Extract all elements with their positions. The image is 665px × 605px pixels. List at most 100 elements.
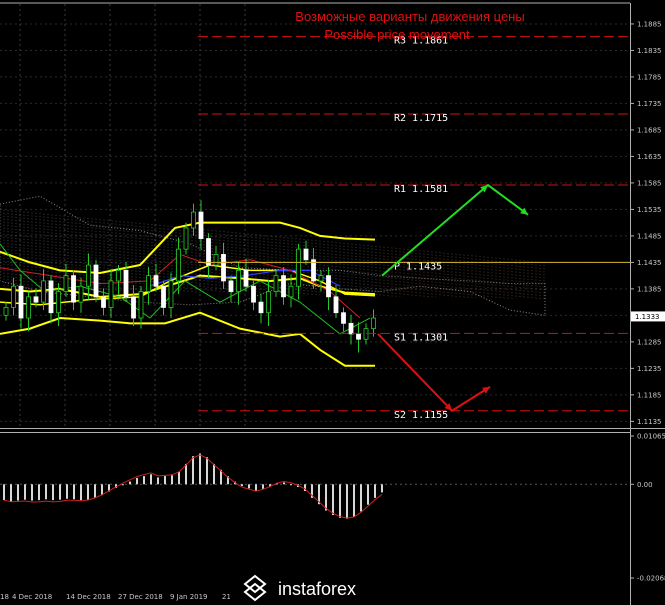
- macd-bar: [66, 484, 68, 499]
- candle-body: [56, 291, 61, 314]
- candle-body: [326, 275, 331, 298]
- candle-body: [243, 269, 249, 287]
- title-en: Possible price movement: [324, 27, 470, 42]
- candle-body: [333, 296, 339, 314]
- macd-bar: [3, 484, 5, 501]
- macd-bar: [73, 484, 75, 500]
- candle-body: [26, 296, 31, 319]
- macd-bar: [122, 484, 124, 486]
- macd-bar: [150, 474, 152, 485]
- candle-body: [86, 264, 91, 287]
- candle-body: [33, 296, 39, 303]
- y-tick-label: 1.1185: [637, 391, 662, 399]
- macd-bar: [353, 484, 355, 517]
- candle-body: [123, 269, 129, 298]
- candle-body: [191, 211, 196, 229]
- candle-body: [108, 280, 114, 308]
- x-tick-label: 18: [0, 593, 9, 601]
- y-tick-label: 1.1535: [637, 206, 662, 214]
- candle-body: [356, 333, 361, 340]
- candle-body: [251, 285, 256, 303]
- level-label-s1: S1 1.1301: [394, 332, 448, 343]
- macd-bar: [346, 484, 348, 519]
- candle-body: [131, 296, 136, 319]
- x-tick-label: 27 Dec 2018: [118, 593, 163, 601]
- title-ru: Возможные варианты движения цены: [295, 9, 524, 24]
- candle-body: [11, 285, 16, 308]
- macd-bar: [367, 484, 369, 505]
- level-label-s2: S2 1.1155: [394, 410, 448, 421]
- candle-body: [146, 275, 151, 292]
- macd-bar: [31, 484, 33, 501]
- candle-body: [198, 211, 204, 239]
- candle-body: [296, 248, 301, 287]
- macd-bar: [45, 484, 47, 500]
- macd-bar: [241, 484, 243, 487]
- level-label-p: P 1.1435: [394, 261, 442, 272]
- candle-body: [176, 248, 181, 282]
- macd-bar: [255, 484, 257, 491]
- current-price-label: 1.1333: [635, 313, 660, 321]
- macd-bar: [262, 484, 264, 489]
- candle-body: [303, 248, 309, 261]
- macd-bar: [10, 484, 12, 502]
- level-label-r2: R2 1.1715: [394, 113, 448, 124]
- time-axis: 18 4 Dec 2018 14 Dec 2018 27 Dec 2018 9 Jan …: [0, 593, 244, 601]
- macd-bar: [192, 456, 194, 485]
- candle-body: [236, 269, 241, 292]
- candle-body: [221, 254, 226, 282]
- candle-body: [206, 238, 211, 266]
- macd-bar: [24, 484, 26, 500]
- y-tick-label: 1.1135: [637, 418, 662, 426]
- candle-body: [168, 280, 174, 308]
- macd-bar: [360, 484, 362, 512]
- candle-body: [153, 275, 159, 287]
- macd-bar: [59, 484, 61, 500]
- candle-body: [41, 280, 46, 303]
- y-tick-label: 1.1385: [637, 285, 662, 293]
- x-tick-label: 14 Dec 2018: [66, 593, 111, 601]
- candle-body: [183, 227, 189, 250]
- candle-body: [18, 285, 24, 319]
- macd-bar: [325, 484, 327, 511]
- y-tick-label: 1.1485: [637, 232, 662, 240]
- macd-tick-label: 0.00: [637, 481, 653, 489]
- macd-bar: [17, 484, 19, 501]
- y-tick-label: 1.1685: [637, 126, 662, 134]
- macd-bar: [185, 463, 187, 485]
- level-label-r1: R1 1.1581: [394, 184, 448, 195]
- macd-bar: [199, 453, 201, 485]
- macd-bar: [94, 484, 96, 498]
- candle-body: [281, 275, 286, 298]
- x-tick-label: 4 Dec 2018: [12, 593, 52, 601]
- candle-body: [288, 285, 294, 298]
- logo-text: instaforex: [278, 579, 356, 599]
- macd-bar: [206, 457, 208, 485]
- candle-body: [93, 264, 99, 298]
- y-tick-label: 1.1235: [637, 365, 662, 373]
- macd-bar: [52, 484, 54, 501]
- y-tick-label: 1.1885: [637, 20, 662, 28]
- macd-bar: [38, 484, 40, 501]
- macd-bar: [290, 484, 292, 486]
- macd-bar: [339, 484, 341, 518]
- candle-body: [371, 317, 376, 330]
- price-chart: R3 1.1861R2 1.1715R1 1.1581P 1.1435S1 1.…: [0, 0, 665, 605]
- macd-bar: [143, 476, 145, 485]
- instaforex-logo: instaforex: [230, 570, 430, 605]
- macd-bar: [381, 484, 383, 493]
- candle-body: [63, 275, 69, 292]
- candle-body: [213, 254, 219, 266]
- candle-body: [78, 285, 84, 303]
- candle-body: [273, 275, 279, 292]
- macd-bar: [332, 484, 334, 516]
- y-tick-label: 1.1285: [637, 338, 662, 346]
- y-tick-label: 1.1835: [637, 47, 662, 55]
- macd-tick-label: -0.02068: [637, 575, 665, 583]
- candle-body: [161, 285, 166, 308]
- y-tick-label: 1.1785: [637, 73, 662, 81]
- candle-body: [311, 259, 316, 282]
- y-tick-label: 1.1435: [637, 259, 662, 267]
- macd-bar: [87, 484, 89, 500]
- y-tick-label: 1.1735: [637, 100, 662, 108]
